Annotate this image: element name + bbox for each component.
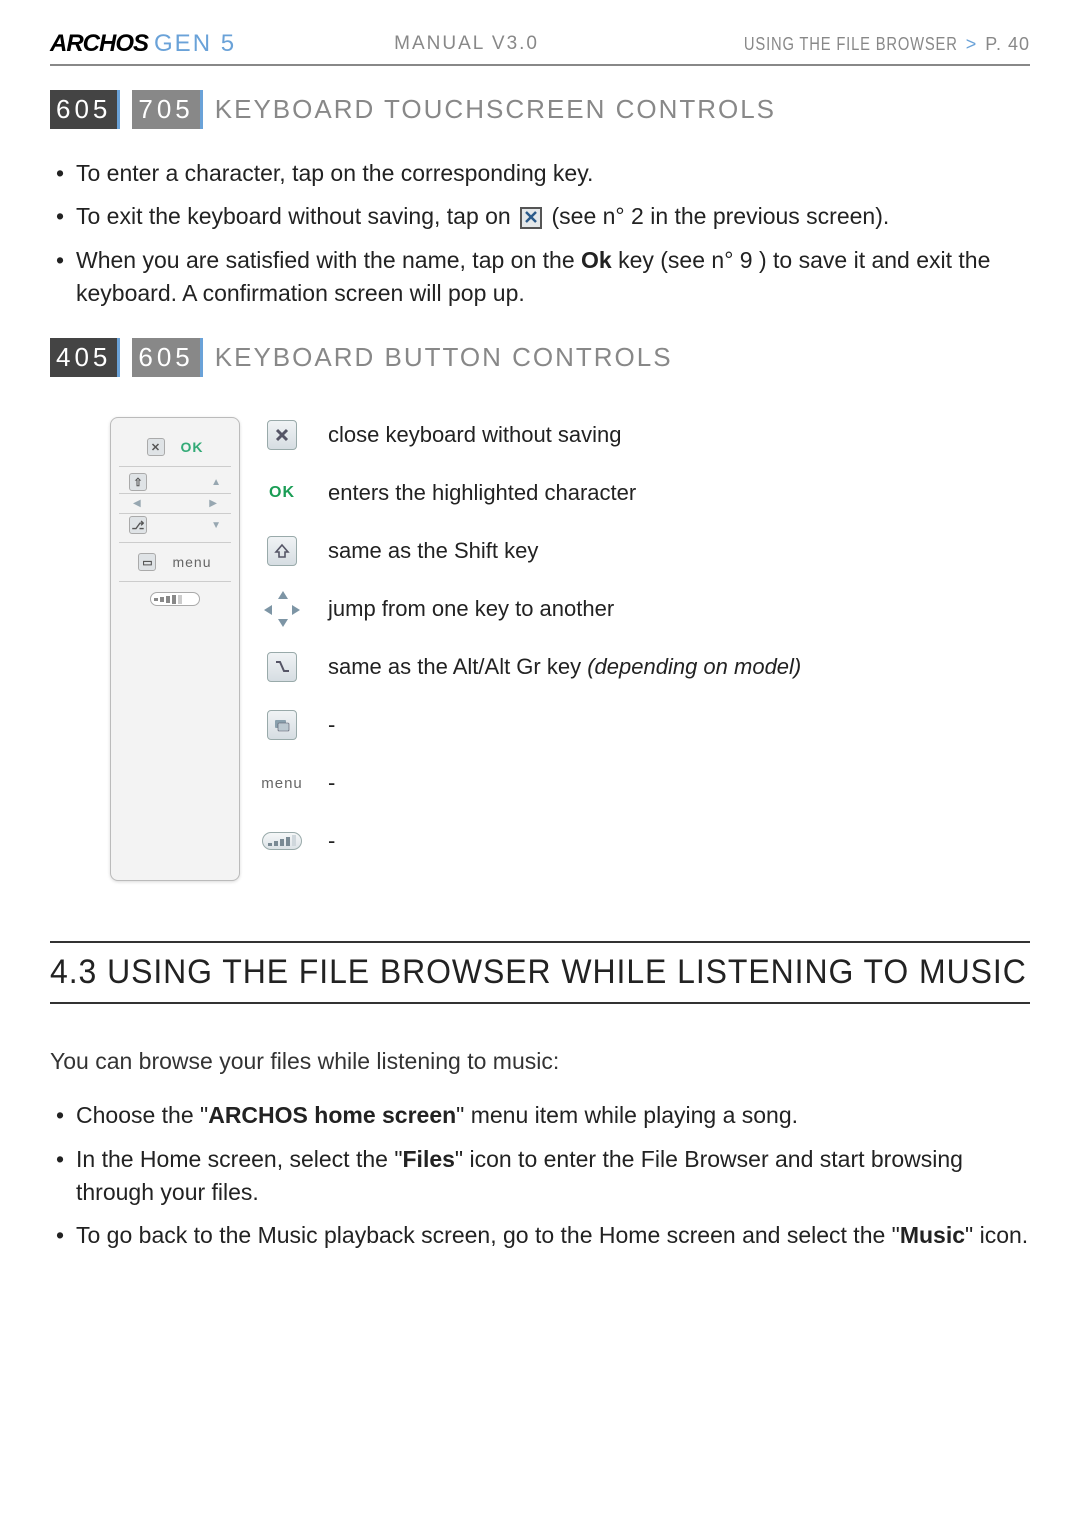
bullet-item: To enter a character, tap on the corresp… <box>76 157 1030 190</box>
bullet-item: When you are satisfied with the name, ta… <box>76 244 1030 311</box>
breadcrumb: USING THE FILE BROWSER > P. 40 <box>697 34 1030 55</box>
breadcrumb-section: USING THE FILE BROWSER <box>744 34 958 55</box>
screen-icon <box>264 707 300 743</box>
ok-label: OK <box>181 439 204 455</box>
remote-row: ✕ OK <box>119 428 231 467</box>
remote-row: ▭ menu <box>119 543 231 582</box>
touchscreen-bullets: To enter a character, tap on the corresp… <box>50 157 1030 310</box>
page-header: ARCHOS GEN 5 MANUAL V3.0 USING THE FILE … <box>50 30 1030 66</box>
section-title-2: KEYBOARD BUTTON CONTROLS <box>215 342 673 373</box>
remote-row <box>119 582 231 616</box>
volume-icon <box>264 823 300 859</box>
model-badge-605: 605 <box>50 90 120 129</box>
legend-row: menu - <box>264 765 1030 801</box>
bullet-text: " icon. <box>965 1222 1028 1248</box>
bullet-text: in the previous screen). <box>650 203 889 229</box>
legend-text: jump from one key to another <box>328 596 614 622</box>
bullet-item: Choose the "ARCHOS home screen" menu ite… <box>76 1099 1030 1132</box>
bullet-text: key (see n° <box>618 247 740 273</box>
legend-text: close keyboard without saving <box>328 422 622 448</box>
ref-number: 2 <box>631 203 644 229</box>
close-icon: ✕ <box>147 438 165 456</box>
close-icon <box>520 207 542 229</box>
gen-label: GEN 5 <box>154 30 236 58</box>
legend-text: same as the Alt/Alt Gr key (depending on… <box>328 654 801 680</box>
legend-text-italic: (depending on model) <box>587 654 801 679</box>
bullet-text: To exit the keyboard without saving, tap… <box>76 203 517 229</box>
ok-icon: OK <box>264 475 300 511</box>
shift-icon <box>264 533 300 569</box>
manual-label: MANUAL <box>394 33 484 54</box>
menu-label: menu <box>172 554 211 570</box>
ref-number: 9 <box>740 247 753 273</box>
shift-icon: ⇧ <box>129 473 147 491</box>
brand-logo: ARCHOS <box>50 30 148 58</box>
legend-text-part: same as the Alt/Alt Gr key <box>328 654 587 679</box>
bullet-text: When you are satisfied with the name, ta… <box>76 247 581 273</box>
volume-icon <box>150 592 200 606</box>
bullet-item: To exit the keyboard without saving, tap… <box>76 200 1030 233</box>
section-heading-2: 405 605 KEYBOARD BUTTON CONTROLS <box>50 338 1030 377</box>
section-heading-3: 4.3 USING THE FILE BROWSER WHILE LISTENI… <box>50 941 1030 1004</box>
dpad-icon <box>264 591 300 627</box>
remote-row: ⇧ ▲ <box>119 467 231 494</box>
version-label: V3.0 <box>492 33 539 54</box>
section-heading-1: 605 705 KEYBOARD TOUCHSCREEN CONTROLS <box>50 90 1030 129</box>
bullet-item: In the Home screen, select the "Files" i… <box>76 1143 1030 1210</box>
keyboard-controls-area: ✕ OK ⇧ ▲ ◀ ▶ ⎇ ▼ ▭ menu clo <box>110 417 1030 881</box>
alt-icon: ⎇ <box>129 516 147 534</box>
legend-row: same as the Shift key <box>264 533 1030 569</box>
remote-row: ⎇ ▼ <box>119 514 231 543</box>
model-badge-405: 405 <box>50 338 120 377</box>
manual-version: MANUAL V3.0 <box>394 33 539 55</box>
intro-text: You can browse your files while listenin… <box>50 1048 1030 1075</box>
section-title-3: 4.3 USING THE FILE BROWSER WHILE LISTENI… <box>50 953 971 992</box>
bullet-text: (see n° <box>552 203 632 229</box>
legend-text: - <box>328 828 335 854</box>
bullet-text: To go back to the Music playback screen,… <box>76 1222 900 1248</box>
bold-text: Ok <box>581 247 612 273</box>
music-bullets: Choose the "ARCHOS home screen" menu ite… <box>50 1099 1030 1252</box>
legend-row: jump from one key to another <box>264 591 1030 627</box>
alt-icon <box>264 649 300 685</box>
model-badge-705: 705 <box>132 90 202 129</box>
bold-text: Music <box>900 1222 965 1248</box>
right-arrow-icon: ▶ <box>209 498 217 509</box>
up-arrow-icon: ▲ <box>211 477 221 488</box>
down-arrow-icon: ▼ <box>211 520 221 531</box>
legend-row: OK enters the highlighted character <box>264 475 1030 511</box>
remote-row: ◀ ▶ <box>119 494 231 514</box>
legend-row: - <box>264 823 1030 859</box>
bold-text: Files <box>403 1146 455 1172</box>
legend-table: close keyboard without saving OK enters … <box>264 417 1030 881</box>
chevron-right-icon: > <box>966 34 978 55</box>
close-icon <box>264 417 300 453</box>
remote-panel: ✕ OK ⇧ ▲ ◀ ▶ ⎇ ▼ ▭ menu <box>110 417 240 881</box>
bullet-item: To go back to the Music playback screen,… <box>76 1219 1030 1252</box>
bullet-text: To enter a character, tap on the corresp… <box>76 160 593 186</box>
bullet-text: In the Home screen, select the " <box>76 1146 403 1172</box>
menu-icon: menu <box>264 765 300 801</box>
legend-text: - <box>328 770 335 796</box>
bullet-text: " menu item while playing a song. <box>456 1102 798 1128</box>
brand-block: ARCHOS GEN 5 <box>50 30 236 58</box>
section-title-1: KEYBOARD TOUCHSCREEN CONTROLS <box>215 94 776 125</box>
model-badge-605: 605 <box>132 338 202 377</box>
screen-icon: ▭ <box>138 553 156 571</box>
legend-text: enters the highlighted character <box>328 480 636 506</box>
legend-row: - <box>264 707 1030 743</box>
page-number: P. 40 <box>985 34 1030 55</box>
bold-text: ARCHOS home screen <box>208 1102 456 1128</box>
legend-text: - <box>328 712 335 738</box>
bullet-text: Choose the " <box>76 1102 208 1128</box>
legend-text: same as the Shift key <box>328 538 538 564</box>
legend-row: same as the Alt/Alt Gr key (depending on… <box>264 649 1030 685</box>
legend-row: close keyboard without saving <box>264 417 1030 453</box>
left-arrow-icon: ◀ <box>133 498 141 509</box>
